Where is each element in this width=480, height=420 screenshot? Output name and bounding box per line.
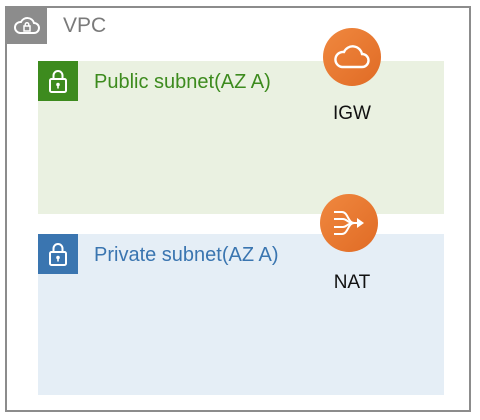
public-subnet-label: Public subnet(AZ A)	[94, 71, 271, 93]
vpc-label: VPC	[63, 14, 107, 37]
public-subnet-lock-icon	[38, 61, 78, 101]
igw-label: IGW	[333, 103, 371, 124]
igw-cloud-icon	[323, 28, 381, 86]
public-subnet: Public subnet(AZ A)	[38, 61, 444, 214]
private-subnet-lock-icon	[38, 234, 78, 274]
nat-gateway-icon	[320, 194, 378, 252]
vpc-cloud-lock-icon	[7, 8, 47, 44]
private-subnet-label: Private subnet(AZ A)	[94, 244, 279, 266]
vpc-container: VPC Public subnet(AZ A) Private subnet(A…	[5, 6, 471, 412]
nat-label: NAT	[333, 272, 371, 293]
private-subnet: Private subnet(AZ A)	[38, 234, 444, 395]
